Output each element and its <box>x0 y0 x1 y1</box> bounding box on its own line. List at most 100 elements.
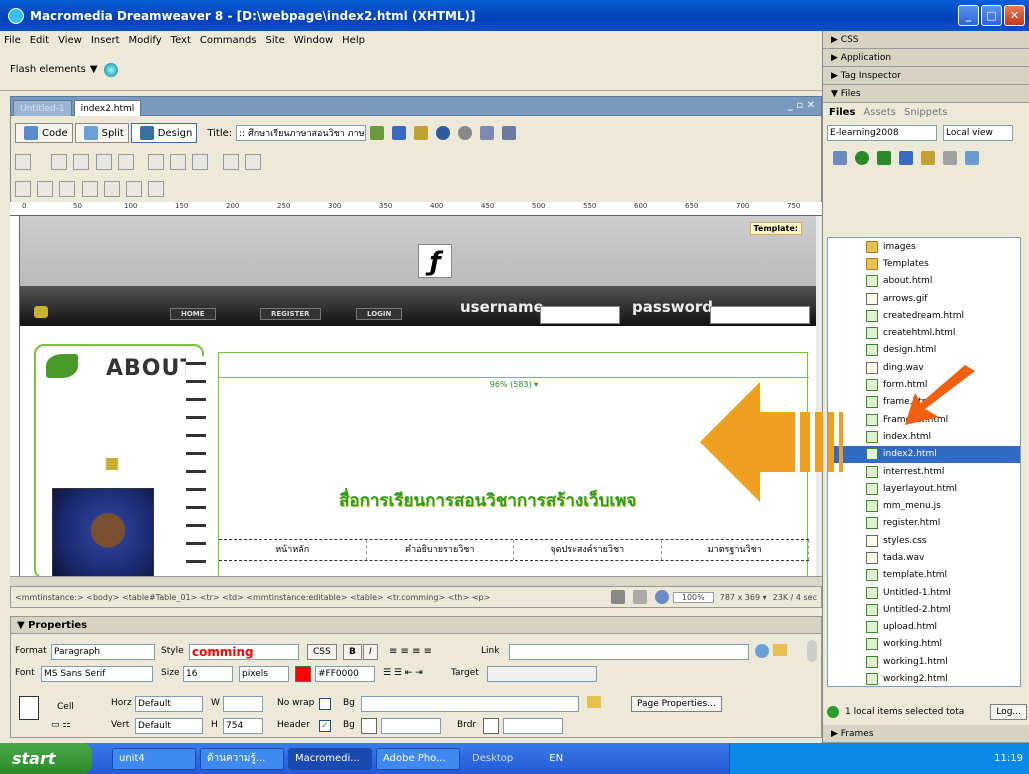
file-tree-item[interactable]: tada.wav <box>828 549 1020 566</box>
password-input[interactable] <box>710 306 810 324</box>
chevron-down-icon[interactable]: ▼ <box>90 64 98 75</box>
file-tree-item[interactable]: template.html <box>828 567 1020 584</box>
size-select[interactable]: 16 <box>183 666 233 682</box>
width-input[interactable] <box>223 696 263 712</box>
browser-check-icon[interactable] <box>436 126 451 140</box>
file-tree-item[interactable]: interrest.html <box>828 463 1020 480</box>
list-indent-icons[interactable]: ☰ ☰ ⇤ ⇥ <box>383 668 423 678</box>
height-input[interactable]: 754 <box>223 718 263 734</box>
get-files-icon[interactable] <box>877 151 891 165</box>
view-options-icon[interactable] <box>480 126 495 140</box>
point-to-file-icon[interactable] <box>755 644 769 658</box>
tab-assets[interactable]: Assets <box>863 107 896 118</box>
file-tree-item[interactable]: Templates <box>828 255 1020 272</box>
file-tree[interactable]: images Templates about.html arrows.gif creat… <box>827 237 1021 687</box>
help-icon[interactable] <box>807 640 817 662</box>
redo-icon[interactable] <box>244 154 261 170</box>
doc-window-controls-icon[interactable]: _ ▫ ✕ <box>788 100 815 111</box>
close-button[interactable]: ✕ <box>1004 5 1025 26</box>
target-select[interactable] <box>487 666 597 682</box>
file-tree-item[interactable]: Untitled-1.html <box>828 584 1020 601</box>
menu-view[interactable]: View <box>58 35 82 46</box>
flash-element-icon[interactable] <box>103 62 118 77</box>
css-button[interactable]: CSS <box>307 644 337 660</box>
zoom-level[interactable]: 100% <box>672 591 714 603</box>
design-canvas[interactable]: ƒ Template: HOME REGISTER LOGIN username… <box>20 216 816 586</box>
desktop-toolbar[interactable]: Desktop <box>472 753 513 764</box>
media-icon[interactable] <box>125 181 142 197</box>
align-icons[interactable]: ≡ ≡ ≡ ≡ <box>389 646 432 657</box>
file-tree-item[interactable]: images <box>828 238 1020 255</box>
hand-tool-icon[interactable] <box>632 590 647 604</box>
visual-aids-icon[interactable] <box>502 126 517 140</box>
header-checkbox[interactable]: ✓ <box>319 720 331 732</box>
paste-icon[interactable] <box>192 154 209 170</box>
insert-category-dropdown[interactable]: Flash elements <box>10 64 86 75</box>
nav-register-button[interactable]: REGISTER <box>260 308 321 320</box>
menu-link-home[interactable]: หน้าหลัก <box>219 540 367 560</box>
menu-edit[interactable]: Edit <box>30 35 49 46</box>
panel-application[interactable]: ▶ Application <box>823 49 1029 67</box>
file-tree-item[interactable]: createdream.html <box>828 307 1020 324</box>
menu-commands[interactable]: Commands <box>200 35 257 46</box>
nav-login-button[interactable]: LOGIN <box>356 308 403 320</box>
table-icon[interactable] <box>37 181 54 197</box>
layout-icon[interactable] <box>15 181 31 197</box>
site-select[interactable]: E-learning2008 <box>827 125 937 141</box>
file-tree-item[interactable]: working2.html <box>828 670 1020 686</box>
file-tree-item[interactable]: index.html <box>828 428 1020 445</box>
link-input[interactable] <box>509 644 749 660</box>
text-color-input[interactable]: #FF0000 <box>315 666 375 682</box>
print-icon[interactable] <box>117 154 134 170</box>
panel-files[interactable]: ▼ Files <box>823 85 1029 103</box>
start-button[interactable]: start <box>0 743 92 774</box>
tag-selector[interactable]: <mmtinstance:> <body> <table#Table_01> <… <box>15 593 607 602</box>
title-bar[interactable]: Macromedia Dreamweaver 8 - [D:\webpage\i… <box>0 0 1029 31</box>
view-select[interactable]: Local view <box>943 125 1013 141</box>
unit-select[interactable]: pixels <box>239 666 289 682</box>
split-view-button[interactable]: Split <box>74 123 129 143</box>
file-tree-item[interactable]: working1.html <box>828 653 1020 670</box>
tab-files[interactable]: Files <box>829 107 855 118</box>
copy-icon[interactable] <box>170 154 187 170</box>
file-tree-item[interactable]: arrows.gif <box>828 290 1020 307</box>
file-management-icon[interactable] <box>370 126 385 140</box>
browse-folder-icon[interactable] <box>773 644 787 656</box>
put-files-icon[interactable] <box>899 151 913 165</box>
horz-select[interactable]: Default <box>135 696 203 712</box>
menu-link-standards[interactable]: มาตรฐานวิชา <box>662 540 809 560</box>
maximize-button[interactable]: □ <box>981 5 1002 26</box>
bg-image-input[interactable] <box>361 696 579 712</box>
expand-icon[interactable] <box>965 151 979 165</box>
validate-icon[interactable] <box>414 126 429 140</box>
file-tree-item[interactable]: layerlayout.html <box>828 480 1020 497</box>
bold-button[interactable]: B <box>343 644 362 660</box>
window-size[interactable]: 787 x 369 ▾ <box>720 593 767 602</box>
minimize-button[interactable]: _ <box>958 5 979 26</box>
nav-home-button[interactable]: HOME <box>170 308 216 320</box>
username-input[interactable] <box>540 306 620 324</box>
taskbar-photoshop[interactable]: Adobe Pho... <box>376 747 460 770</box>
format-select[interactable]: Paragraph <box>51 644 155 660</box>
text-color-swatch[interactable] <box>295 666 311 682</box>
border-color-input[interactable] <box>503 718 563 734</box>
tab-snippets[interactable]: Snippets <box>904 107 947 118</box>
italic-button[interactable]: I <box>363 644 378 660</box>
menu-file[interactable]: File <box>4 35 21 46</box>
zoom-tool-icon[interactable] <box>654 590 669 604</box>
menu-link-objectives[interactable]: จุดประสงค์รายวิชา <box>514 540 662 560</box>
page-properties-button[interactable]: Page Properties... <box>631 696 722 712</box>
flash-placeholder-icon[interactable]: ƒ <box>418 244 452 278</box>
page-title-input[interactable]: :: ศึกษาเรียนภาษาสอนวิชา ภาษาไทย <box>236 125 367 141</box>
cut-icon[interactable] <box>147 154 164 170</box>
panel-tag-inspector[interactable]: ▶ Tag Inspector <box>823 67 1029 85</box>
flash-icon[interactable] <box>148 181 165 197</box>
bg-color-input[interactable] <box>381 718 441 734</box>
select-tool-icon[interactable] <box>610 590 625 604</box>
tab-index2[interactable]: index2.html <box>73 100 142 116</box>
code-view-button[interactable]: Code <box>15 123 73 143</box>
undo-icon[interactable] <box>222 154 239 170</box>
tab-untitled-1[interactable]: Untitled-1 <box>13 100 72 116</box>
language-indicator[interactable]: EN <box>549 753 563 764</box>
font-select[interactable]: MS Sans Serif <box>41 666 153 682</box>
